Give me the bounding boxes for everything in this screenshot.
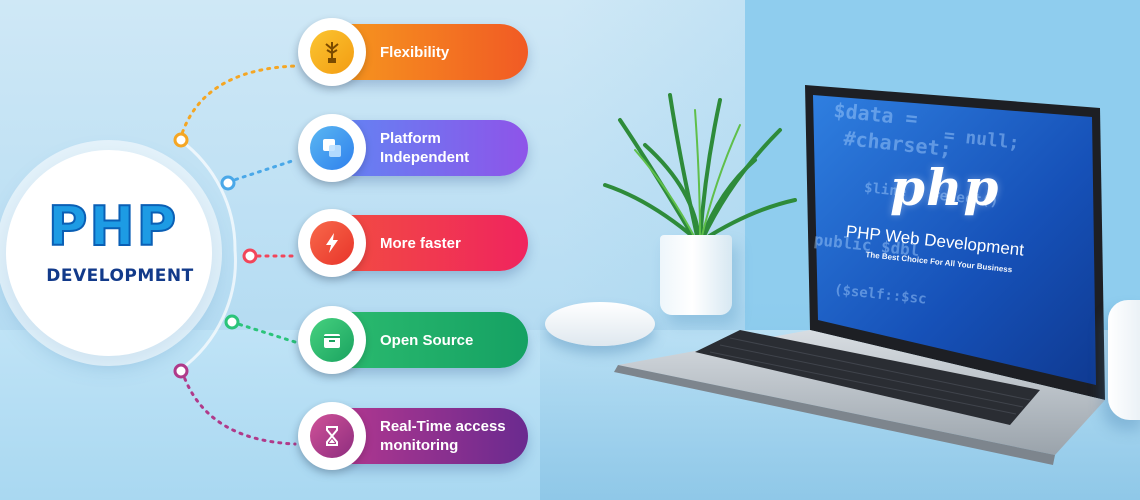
hub-subtitle: DEVELOPMENT xyxy=(46,266,194,286)
feature-label: Open Source xyxy=(380,331,474,349)
hourglass-icon xyxy=(310,414,354,458)
hub-title: PHP xyxy=(47,195,179,258)
screen-php-logo: php xyxy=(890,158,1000,217)
feature-open-source: Open Source xyxy=(298,306,528,374)
feature-label: More faster xyxy=(380,234,461,252)
feature-icon-circle xyxy=(298,18,366,86)
tree-icon xyxy=(310,30,354,74)
feature-icon-circle xyxy=(298,209,366,277)
box-icon xyxy=(310,318,354,362)
feature-more-faster: More faster xyxy=(298,209,528,277)
feature-icon-circle xyxy=(298,306,366,374)
feature-label: Real-Time access monitoring xyxy=(380,418,506,454)
feature-icon-circle xyxy=(298,402,366,470)
feature-platform-independent: Platform Independent xyxy=(298,114,528,182)
feature-icon-circle xyxy=(298,114,366,182)
feature-label: Platform Independent xyxy=(380,130,470,166)
lightning-icon xyxy=(310,221,354,265)
feature-real-time-access-monitoring: Real-Time access monitoring xyxy=(298,402,528,470)
banner: PHP DEVELOPMENT Flexibility Platform Ind… xyxy=(0,0,1140,500)
squares-icon xyxy=(310,126,354,170)
feature-flexibility: Flexibility xyxy=(298,18,528,86)
feature-label: Flexibility xyxy=(380,43,450,61)
coffee-cup xyxy=(1108,300,1140,420)
